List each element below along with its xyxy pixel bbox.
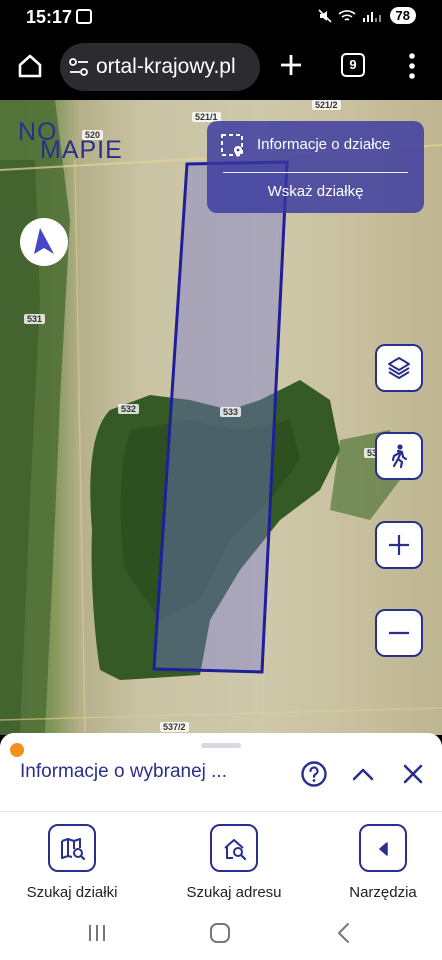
browser-toolbar: ortal-krajowy.pl 9 xyxy=(0,34,442,100)
info-bottom-sheet: Informacje o wybranej ... xyxy=(0,733,442,811)
nav-search-address-label: Szukaj adresu xyxy=(186,884,282,901)
home-search-icon xyxy=(224,839,247,861)
compass-button[interactable] xyxy=(20,218,68,266)
nav-tools[interactable]: Narzędzia xyxy=(323,824,442,904)
nav-search-address-button[interactable] xyxy=(210,824,258,872)
system-navigation-bar xyxy=(0,906,442,960)
arrow-left-icon xyxy=(379,842,388,856)
plus-icon xyxy=(389,535,409,555)
nav-tools-label: Narzędzia xyxy=(349,884,417,901)
more-options-icon[interactable] xyxy=(402,52,422,80)
clock: 15:17 xyxy=(26,7,73,27)
logo-text-line2: MAPIE xyxy=(40,136,123,164)
navigation-arrow-icon xyxy=(34,228,54,254)
recent-apps-icon[interactable] xyxy=(84,920,110,946)
tab-switcher-button[interactable]: 9 xyxy=(341,53,365,77)
sheet-title[interactable]: Informacje o wybranej ... xyxy=(20,761,227,783)
sheet-drag-handle[interactable] xyxy=(201,743,241,748)
street-view-button[interactable] xyxy=(375,432,423,480)
layers-icon xyxy=(388,357,410,379)
select-area-pin-icon xyxy=(221,134,243,157)
back-icon[interactable] xyxy=(331,920,357,946)
nav-search-parcel[interactable]: Szukaj działki xyxy=(12,824,132,904)
wifi-icon xyxy=(337,9,356,21)
home-button-icon[interactable] xyxy=(207,920,233,946)
nav-search-address[interactable]: Szukaj adresu xyxy=(174,824,294,904)
help-icon[interactable] xyxy=(300,760,328,788)
layers-button[interactable] xyxy=(375,344,423,392)
point-parcel-button[interactable]: Wskaż działkę xyxy=(207,183,424,200)
close-icon[interactable] xyxy=(401,762,425,786)
parcel-label: 532 xyxy=(118,404,140,414)
bottom-navigation: Szukaj działki Szukaj adresu Narzędzia xyxy=(0,811,442,906)
status-icons: 78 xyxy=(317,7,416,24)
parcel-label: 533 xyxy=(220,407,242,417)
status-bar: 15:17 78 xyxy=(0,0,442,34)
notification-dot xyxy=(10,743,24,757)
battery-indicator: 78 xyxy=(389,7,416,24)
site-settings-icon[interactable] xyxy=(68,57,90,77)
zoom-in-button[interactable] xyxy=(375,521,423,569)
nav-tools-button[interactable] xyxy=(359,824,407,872)
parcel-info-panel: Informacje o działce Wskaż działkę xyxy=(207,121,424,213)
pedestrian-icon xyxy=(391,444,408,469)
map-search-icon xyxy=(61,838,86,861)
url-text[interactable]: ortal-krajowy.pl xyxy=(96,55,254,79)
chevron-up-icon[interactable] xyxy=(351,762,375,786)
divider xyxy=(223,172,408,173)
map-canvas[interactable]: 520 521/1 521/2 531 532 533 53 537/2 NO … xyxy=(0,100,442,735)
screenshot-icon xyxy=(76,9,92,24)
address-bar[interactable]: ortal-krajowy.pl xyxy=(60,43,260,91)
zoom-out-button[interactable] xyxy=(375,609,423,657)
parcel-info-button[interactable]: Informacje o działce xyxy=(207,121,424,171)
new-tab-icon[interactable] xyxy=(278,52,304,78)
parcel-info-label: Informacje o działce xyxy=(257,136,391,153)
app-logo: NO MAPIE xyxy=(18,118,130,164)
parcel-label: 521/2 xyxy=(312,100,341,110)
parcel-label: 531 xyxy=(24,314,46,324)
nav-search-parcel-button[interactable] xyxy=(48,824,96,872)
mute-icon xyxy=(317,8,332,23)
parcel-label: 537/2 xyxy=(160,722,189,732)
home-icon[interactable] xyxy=(16,52,44,80)
minus-icon xyxy=(389,631,409,635)
signal-icon xyxy=(362,11,381,22)
nav-search-parcel-label: Szukaj działki xyxy=(26,884,118,901)
